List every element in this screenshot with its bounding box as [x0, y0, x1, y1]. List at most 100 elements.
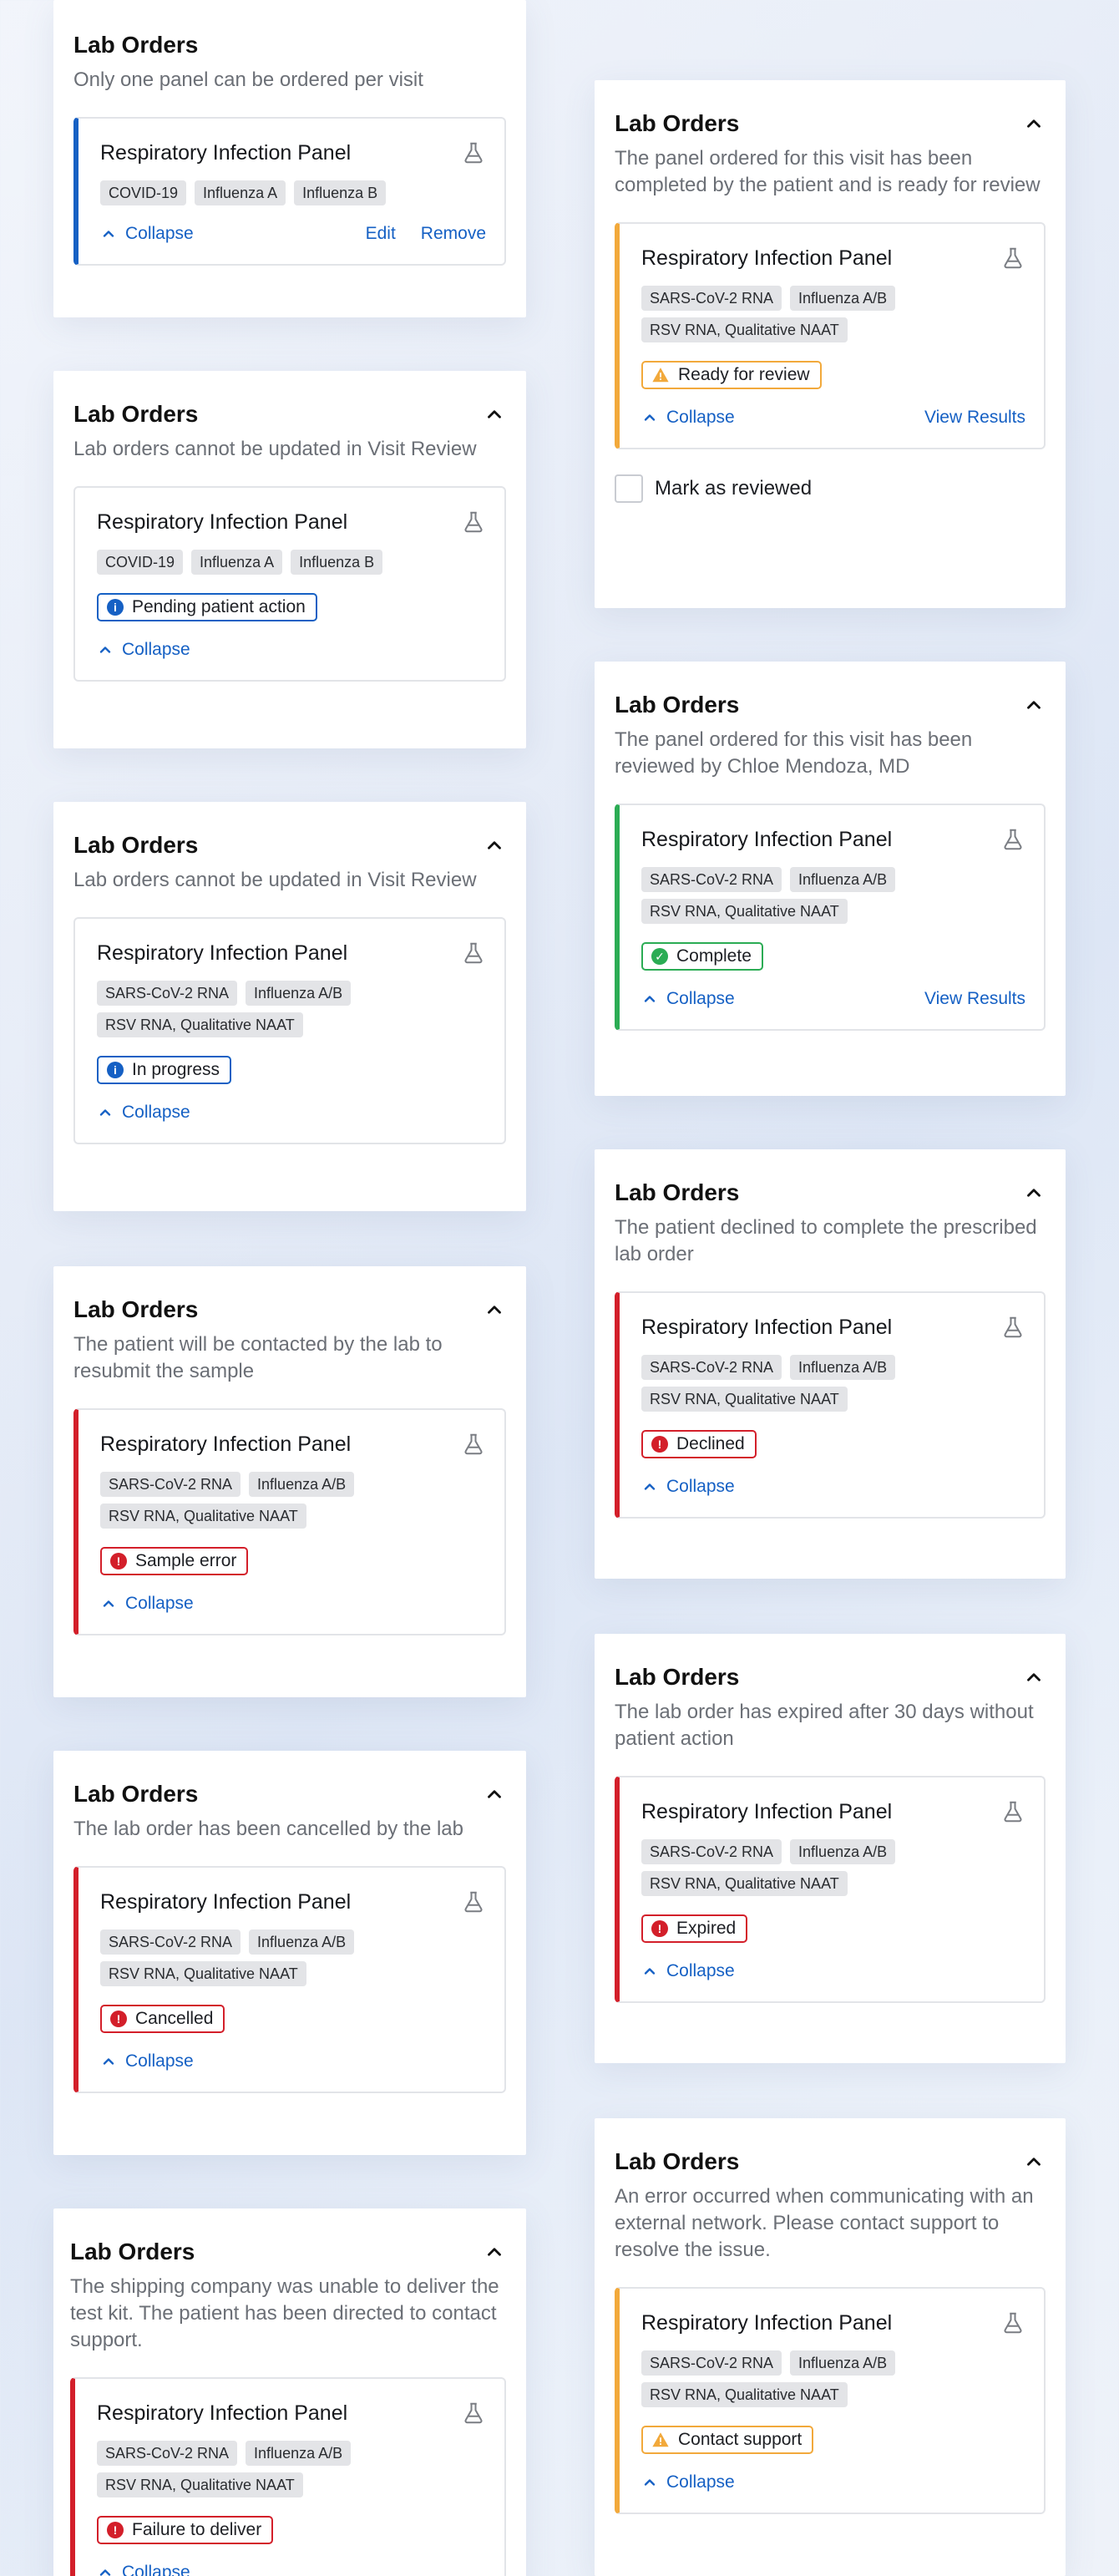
card-header: Lab Orders [615, 2148, 1046, 2175]
card-subtitle: Lab orders cannot be updated in Visit Re… [73, 869, 477, 891]
collapse-label: Collapse [666, 1477, 735, 1496]
panel-name: Respiratory Infection Panel [641, 1315, 893, 1339]
view-results-button[interactable]: View Results [924, 408, 1025, 428]
lab-orders-card-pending: Lab Orders Lab orders cannot be updated … [53, 371, 526, 748]
test-tags: SARS-CoV-2 RNA Influenza A/B RSV RNA, Qu… [100, 1929, 468, 1986]
flask-icon [461, 1889, 486, 1914]
status-badge: ! Declined [641, 1430, 757, 1458]
test-tag: SARS-CoV-2 RNA [641, 1355, 782, 1380]
card-header: Lab Orders [615, 1664, 1046, 1691]
collapse-label: Collapse [125, 224, 194, 243]
collapse-label: Collapse [125, 2051, 194, 2071]
card-header: Lab Orders [73, 32, 506, 58]
remove-button[interactable]: Remove [421, 224, 486, 244]
collapse-button[interactable]: Collapse [97, 2563, 190, 2576]
chevron-up-icon[interactable] [483, 403, 506, 426]
collapse-button[interactable]: Collapse [641, 408, 735, 428]
lab-orders-card-failure-to-deliver: Lab Orders The shipping company was unab… [53, 2208, 526, 2576]
collapse-button[interactable]: Collapse [97, 640, 190, 660]
collapse-button[interactable]: Collapse [100, 2051, 194, 2071]
view-results-button[interactable]: View Results [924, 989, 1025, 1009]
chevron-up-icon [641, 991, 658, 1007]
panel-head: Respiratory Infection Panel [641, 1799, 1025, 1824]
lab-panel: Respiratory Infection Panel COVID-19 Inf… [73, 486, 506, 682]
chevron-up-icon[interactable] [1022, 1181, 1046, 1204]
chevron-up-icon[interactable] [483, 1782, 506, 1806]
panel-name: Respiratory Infection Panel [100, 1889, 352, 1914]
test-tag: Influenza A [195, 180, 286, 205]
mark-reviewed-row[interactable]: Mark as reviewed [615, 474, 1046, 503]
test-tag: Influenza A/B [249, 1472, 355, 1497]
test-tag: RSV RNA, Qualitative NAAT [97, 1012, 303, 1037]
collapse-label: Collapse [666, 1961, 735, 1980]
chevron-up-icon[interactable] [483, 2240, 506, 2264]
test-tags: SARS-CoV-2 RNA Influenza A/B RSV RNA, Qu… [641, 1355, 1009, 1412]
chevron-up-icon [641, 2474, 658, 2491]
test-tag: COVID-19 [97, 550, 184, 575]
status-badge: ! Expired [641, 1914, 748, 1943]
test-tag: Influenza A/B [790, 867, 896, 892]
card-title: Lab Orders [615, 110, 740, 136]
card-subtitle: The panel ordered for this visit has bee… [615, 728, 973, 778]
lab-orders-card-cancelled: Lab Orders The lab order has been cancel… [53, 1751, 526, 2155]
collapse-button[interactable]: Collapse [641, 2472, 735, 2492]
status-label: Failure to deliver [132, 2520, 262, 2539]
panel-head: Respiratory Infection Panel [641, 2310, 1025, 2335]
alert-icon: ! [107, 2522, 124, 2538]
lab-panel: Respiratory Infection Panel SARS-CoV-2 R… [615, 222, 1046, 449]
flask-icon [461, 140, 486, 165]
collapse-label: Collapse [122, 2563, 190, 2576]
test-tag: Influenza B [294, 180, 387, 205]
card-title: Lab Orders [615, 1179, 740, 1205]
mark-reviewed-checkbox[interactable] [615, 474, 643, 503]
panel-head: Respiratory Infection Panel [100, 140, 486, 165]
card-title: Lab Orders [615, 1664, 740, 1690]
chevron-up-icon[interactable] [1022, 2150, 1046, 2173]
card-subtitle: Only one panel can be ordered per visit [73, 68, 423, 91]
card-header: Lab Orders [73, 832, 506, 859]
chevron-up-icon[interactable] [1022, 112, 1046, 135]
status-label: Declined [676, 1434, 745, 1453]
flask-icon [461, 1432, 486, 1457]
chevron-up-icon [641, 409, 658, 426]
panel-footer: Collapse [641, 1961, 1025, 1981]
collapse-label: Collapse [666, 408, 735, 427]
chevron-up-icon[interactable] [1022, 1666, 1046, 1689]
collapse-button[interactable]: Collapse [641, 989, 735, 1009]
edit-button[interactable]: Edit [366, 224, 396, 244]
test-tags: SARS-CoV-2 RNA Influenza A/B RSV RNA, Qu… [97, 981, 464, 1037]
card-title: Lab Orders [615, 2148, 740, 2174]
test-tag: RSV RNA, Qualitative NAAT [641, 899, 848, 924]
panel-footer: Collapse [97, 640, 486, 660]
chevron-up-icon [100, 1595, 117, 1612]
chevron-up-icon[interactable] [483, 834, 506, 857]
card-header: Lab Orders [73, 1781, 506, 1808]
lab-panel: Respiratory Infection Panel SARS-CoV-2 R… [70, 2377, 506, 2576]
collapse-label: Collapse [666, 989, 735, 1008]
card-subtitle: The panel ordered for this visit has bee… [615, 147, 1041, 196]
chevron-up-icon[interactable] [1022, 693, 1046, 717]
chevron-up-icon[interactable] [483, 1298, 506, 1321]
info-icon: i [107, 1062, 124, 1078]
card-header: Lab Orders [73, 1296, 506, 1323]
lab-orders-card-sample-error: Lab Orders The patient will be contacted… [53, 1266, 526, 1697]
test-tag: Influenza A/B [790, 1355, 896, 1380]
collapse-button[interactable]: Collapse [100, 1594, 194, 1614]
collapse-button[interactable]: Collapse [641, 1477, 735, 1497]
flask-icon [461, 2401, 486, 2426]
card-title: Lab Orders [73, 401, 199, 427]
status-badge: ! Failure to deliver [97, 2516, 274, 2544]
card-subtitle: The patient declined to complete the pre… [615, 1216, 1037, 1265]
test-tag: RSV RNA, Qualitative NAAT [100, 1504, 306, 1529]
collapse-button[interactable]: Collapse [100, 224, 194, 244]
collapse-button[interactable]: Collapse [97, 1103, 190, 1123]
panel-name: Respiratory Infection Panel [100, 140, 352, 165]
collapse-button[interactable]: Collapse [641, 1961, 735, 1981]
flask-icon [1000, 2310, 1025, 2335]
card-header: Lab Orders [615, 1179, 1046, 1206]
status-badge: ! Sample error [100, 1547, 249, 1575]
flask-icon [461, 510, 486, 535]
test-tag: SARS-CoV-2 RNA [97, 2441, 238, 2466]
lab-panel: Respiratory Infection Panel SARS-CoV-2 R… [615, 1776, 1046, 2003]
test-tag: Influenza A/B [249, 1929, 355, 1955]
